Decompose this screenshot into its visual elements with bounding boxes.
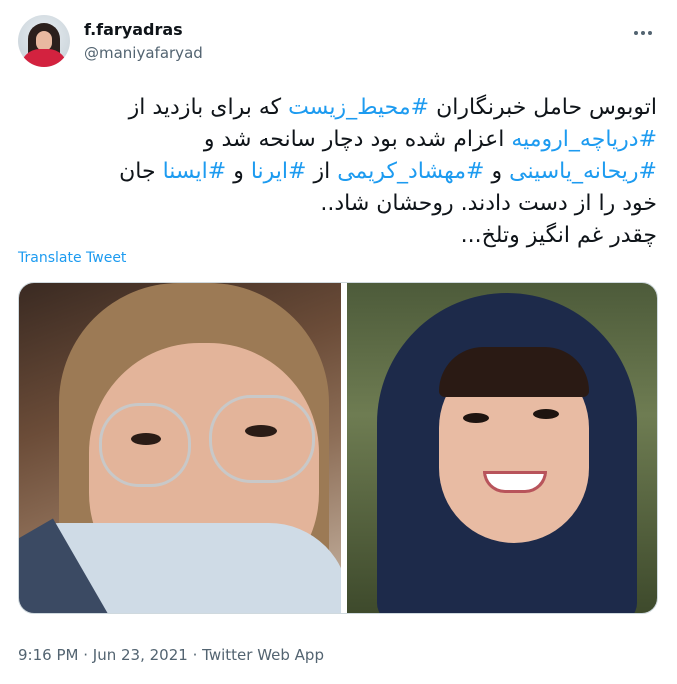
tweet-meta: 9:16 PM · Jun 23, 2021 · Twitter Web App [18, 646, 324, 664]
tweet-text-line: خود را از دست دادند. روحشان شاد.. [18, 188, 657, 220]
hashtag-link[interactable]: #مهشاد_کریمی [337, 159, 484, 184]
meta-separator: · [83, 646, 89, 664]
avatar[interactable] [18, 15, 70, 67]
hashtag-link[interactable]: #دریاچه_ارومیه [511, 127, 657, 152]
hashtag-link[interactable]: #ریحانه_یاسینی [509, 159, 657, 184]
tweet-text-line: اتوبوس حامل خبرنگاران #محیط_زیست که برای… [18, 92, 657, 124]
tweet-date[interactable]: Jun 23, 2021 [93, 646, 188, 664]
tweet-text-segment: که برای بازدید از [128, 95, 289, 120]
tweet-text: اتوبوس حامل خبرنگاران #محیط_زیست که برای… [18, 92, 657, 252]
tweet-text-segment: اعزام شده بود دچار سانحه شد و [203, 127, 512, 152]
photo-right-eye [533, 409, 559, 419]
tweet-text-segment: خود را از دست دادند. روحشان شاد.. [320, 191, 657, 216]
tweet-text-segment: و [484, 159, 510, 184]
tweet-source[interactable]: Twitter Web App [202, 646, 324, 664]
tweet-media[interactable] [18, 282, 658, 614]
hashtag-link[interactable]: #ایسنا [163, 159, 227, 184]
meta-separator: · [192, 646, 198, 664]
more-dot [641, 31, 645, 35]
tweet-text-line: #ریحانه_یاسینی و #مهشاد_کریمی از #ایرنا … [18, 156, 657, 188]
author-handle[interactable]: @maniyafaryad [84, 44, 203, 62]
more-dot [648, 31, 652, 35]
photo-left[interactable] [19, 283, 341, 613]
author-display-name[interactable]: f.faryadras [84, 20, 183, 39]
tweet-text-segment: و [226, 159, 251, 184]
hashtag-link[interactable]: #ایرنا [251, 159, 307, 184]
photo-left-glasses [99, 403, 191, 487]
hashtag-link[interactable]: #محیط_زیست [288, 95, 429, 120]
tweet-text-segment: از [306, 159, 338, 184]
more-dot [634, 31, 638, 35]
tweet-text-line: #دریاچه_ارومیه اعزام شده بود دچار سانحه … [18, 124, 657, 156]
translate-tweet-link[interactable]: Translate Tweet [18, 250, 126, 266]
tweet-time[interactable]: 9:16 PM [18, 646, 78, 664]
photo-left-glasses [209, 395, 315, 483]
tweet-text-line: چقدر غم انگیز وتلخ... [18, 220, 657, 252]
avatar-face [36, 31, 52, 51]
photo-right[interactable] [347, 283, 657, 613]
photo-right-eye [463, 413, 489, 423]
photo-right-hair [439, 347, 589, 397]
tweet-text-segment: جان [119, 159, 163, 184]
tweet-text-segment: اتوبوس حامل خبرنگاران [429, 95, 657, 120]
tweet-text-segment: چقدر غم انگیز وتلخ... [460, 223, 657, 248]
more-options-icon[interactable] [628, 22, 658, 44]
